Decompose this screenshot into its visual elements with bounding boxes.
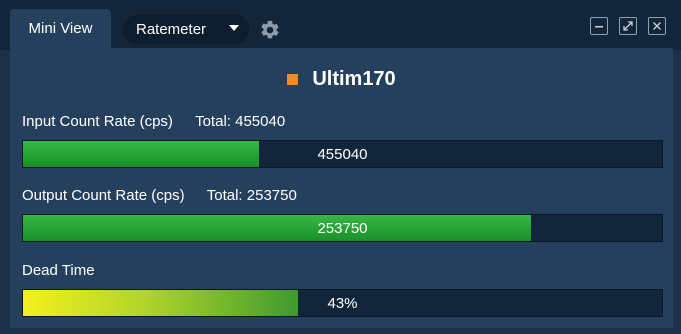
dead-time-bar: 43% bbox=[22, 289, 663, 317]
input-total-label: Total: bbox=[195, 113, 231, 130]
minimize-icon bbox=[595, 26, 603, 28]
device-name: Ultim170 bbox=[312, 67, 396, 90]
dead-time-label: Dead Time bbox=[22, 262, 95, 279]
device-header: Ultim170 bbox=[10, 66, 673, 92]
output-total-label: Total: bbox=[206, 187, 243, 204]
device-indicator bbox=[287, 73, 299, 85]
panel-header: Mini View Ratemeter bbox=[0, 0, 681, 50]
gear-icon[interactable] bbox=[259, 19, 281, 41]
output-count-rate-label: Output Count Rate (cps) bbox=[22, 187, 185, 204]
input-count-rate-value: 455040 bbox=[317, 145, 368, 163]
dead-time-label-row: Dead Time bbox=[22, 262, 95, 279]
output-count-rate-label-row: Output Count Rate (cps) Total: 253750 bbox=[22, 187, 297, 204]
tab-mini-view[interactable]: Mini View bbox=[10, 9, 111, 48]
mode-dropdown[interactable]: Ratemeter bbox=[123, 15, 249, 44]
input-count-rate-label-row: Input Count Rate (cps) Total: 455040 bbox=[22, 113, 285, 130]
input-count-rate-label: Input Count Rate (cps) bbox=[22, 113, 173, 130]
close-button[interactable] bbox=[648, 17, 666, 35]
output-count-rate-bar: 253750 bbox=[22, 214, 663, 242]
mini-view-panel: Mini View Ratemeter Ultim170 Input Count… bbox=[0, 0, 681, 334]
input-total-value: 455040 bbox=[235, 113, 286, 130]
ratemeter-content: Ultim170 Input Count Rate (cps) Total: 4… bbox=[10, 48, 673, 328]
dead-time-value: 43% bbox=[327, 294, 358, 312]
minimize-button[interactable] bbox=[590, 17, 608, 35]
close-icon bbox=[653, 22, 661, 30]
mode-dropdown-value: Ratemeter bbox=[136, 21, 207, 38]
input-count-rate-bar: 455040 bbox=[22, 140, 663, 168]
output-total-value: 253750 bbox=[246, 187, 297, 204]
caret-down-icon bbox=[229, 25, 239, 31]
tab-mini-view-label: Mini View bbox=[28, 20, 93, 37]
output-count-rate-value: 253750 bbox=[317, 219, 368, 237]
maximize-button[interactable] bbox=[619, 17, 637, 35]
maximize-icon bbox=[623, 21, 633, 31]
